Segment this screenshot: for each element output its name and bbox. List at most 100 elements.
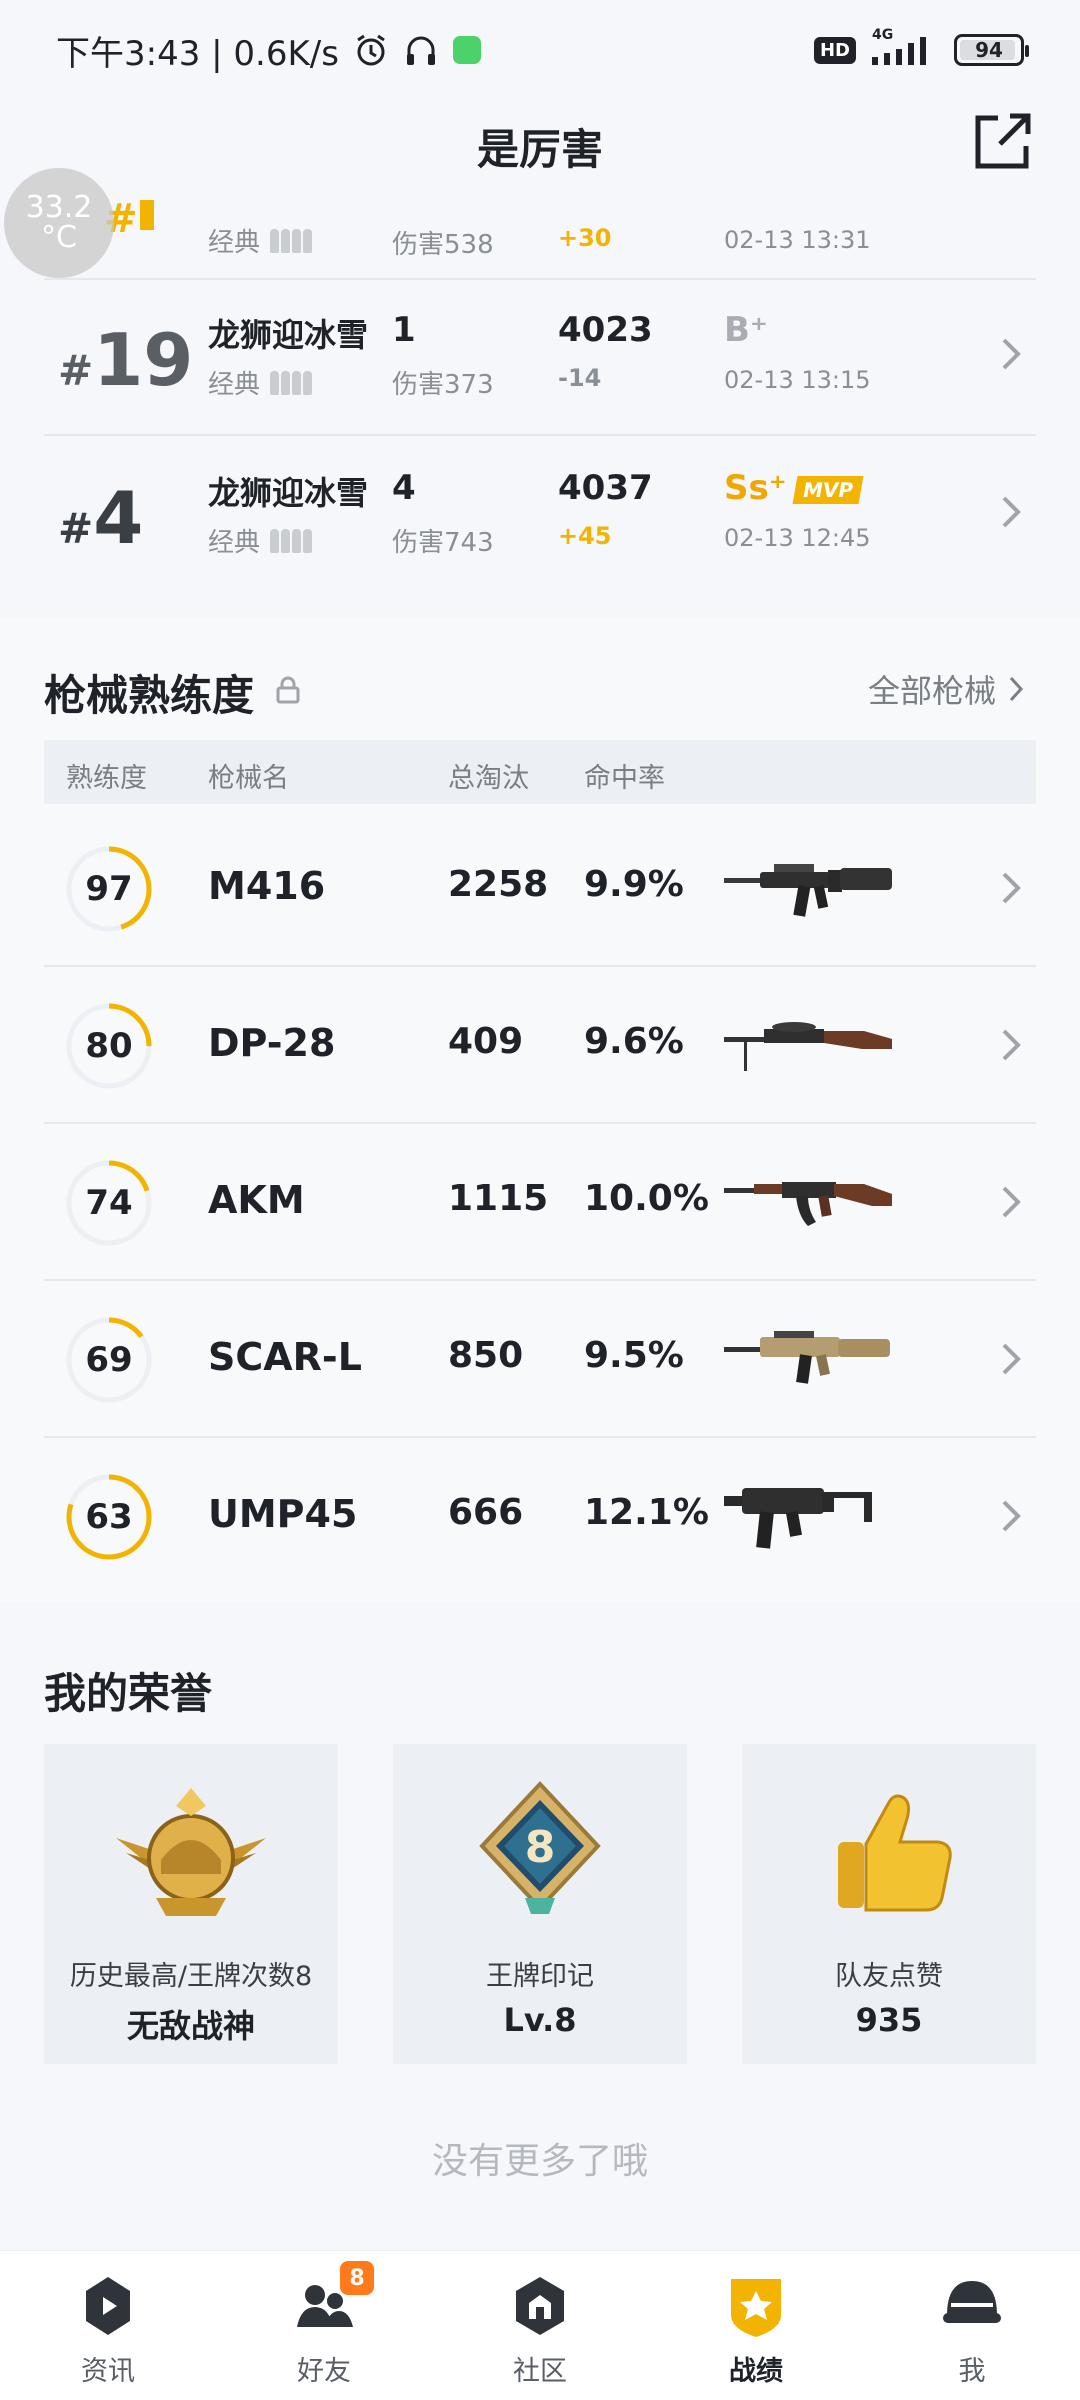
match-mode: 龙狮迎冰雪 <box>208 316 369 354</box>
hd-icon: HD <box>813 36 856 64</box>
squad-icon <box>270 228 313 253</box>
honors-section: 我的荣誉 历史最高/王牌次数8 无敌战神 8 王牌印记 Lv.8 队友点赞 93… <box>0 1612 1080 2252</box>
weapon-accuracy: 9.9% <box>584 864 684 905</box>
ace-mark-icon: 8 <box>479 1781 601 1914</box>
nav-friends[interactable]: 8 好友 <box>216 2251 432 2400</box>
weapon-kills: 1115 <box>448 1178 549 1219</box>
match-damage: 伤害373 <box>392 370 494 400</box>
conqueror-badge-icon <box>116 1788 266 1916</box>
honor-label: 王牌印记 <box>486 1961 594 1992</box>
mode-type: 经典 <box>208 528 261 558</box>
temperature-unit: °C <box>41 220 77 255</box>
col-proficiency: 熟练度 <box>66 763 147 794</box>
thumbs-up-icon <box>838 1794 952 1912</box>
nav-me[interactable]: 我 <box>864 2251 1080 2400</box>
match-grade: Ss⁺ MVP <box>724 468 864 508</box>
all-weapons-link[interactable]: 全部枪械 <box>868 666 1024 712</box>
honor-card-teammate-likes[interactable]: 队友点赞 935 <box>742 1744 1036 2064</box>
match-mode-sub: 经典 <box>208 364 313 401</box>
weapon-row[interactable]: 69 SCAR-L 850 9.5% <box>44 1281 1036 1438</box>
match-delta: -14 <box>558 364 602 392</box>
temperature-overlay[interactable]: 33.2 °C <box>4 168 114 278</box>
ump45-smg-icon <box>724 1488 872 1549</box>
signal-icon: 4G <box>870 27 940 67</box>
weapon-row[interactable]: 63 UMP45 666 12.1% <box>44 1438 1036 1595</box>
profile-helmet-icon <box>943 2281 1001 2323</box>
rank-hash: # <box>58 504 94 553</box>
weapon-name: M416 <box>208 864 326 908</box>
grade-text: Ss⁺ <box>724 468 787 508</box>
match-time: 02-13 13:31 <box>724 226 871 254</box>
scar-l-rifle-icon <box>724 1331 890 1384</box>
weapon-name: AKM <box>208 1178 305 1222</box>
nav-label: 资讯 <box>81 2356 135 2387</box>
honor-label: 队友点赞 <box>835 1961 943 1992</box>
weapon-row[interactable]: 74 AKM 1115 10.0% <box>44 1124 1036 1281</box>
proficiency-value: 63 <box>85 1497 133 1537</box>
chevron-right-icon <box>1002 1029 1021 1061</box>
weapon-proficiency-section: 枪械熟练度 全部枪械 熟练度 枪械名 总淘汰 命中率 97 M416 2258 … <box>0 618 1080 1602</box>
proficiency-value: 80 <box>85 1026 133 1066</box>
rank-number: 19 <box>93 318 194 402</box>
friends-badge: 8 <box>340 2261 374 2295</box>
match-score: 4037 <box>558 468 653 508</box>
proficiency-value: 74 <box>85 1183 133 1223</box>
weapon-kills: 409 <box>448 1021 524 1062</box>
weapon-row[interactable]: 80 DP-28 409 9.6% <box>44 967 1036 1124</box>
news-icon <box>86 2277 130 2335</box>
nav-label: 我 <box>958 2356 986 2387</box>
match-time: 02-13 13:15 <box>724 366 871 394</box>
status-bar: 下午3:43 | 0.6K/s HD 4G 94 <box>0 0 1080 100</box>
mode-type: 经典 <box>208 370 261 400</box>
community-icon <box>516 2277 564 2335</box>
m416-rifle-icon <box>724 864 892 917</box>
nav-label: 社区 <box>513 2356 567 2387</box>
match-delta: +30 <box>558 224 612 252</box>
match-grade: B⁺ <box>724 310 768 350</box>
match-damage: 伤害743 <box>392 528 494 558</box>
end-of-list-text: 没有更多了哦 <box>431 2141 648 2182</box>
chevron-right-icon <box>1002 1186 1021 1218</box>
match-row[interactable]: #19 龙狮迎冰雪 经典 1 伤害373 4023 -14 B⁺ 02-13 1… <box>44 280 1036 436</box>
weapon-row[interactable]: 97 M416 2258 9.9% <box>44 810 1036 967</box>
match-mode: 龙狮迎冰雪 <box>208 474 369 512</box>
honor-card-highest-tier[interactable]: 历史最高/王牌次数8 无敌战神 <box>44 1744 338 2064</box>
proficiency-value: 69 <box>85 1340 133 1380</box>
lock-icon[interactable] <box>276 676 300 704</box>
honor-label: 历史最高/王牌次数8 <box>69 1961 313 1992</box>
ace-mark-number: 8 <box>525 1822 556 1873</box>
match-row[interactable]: # 经典 伤害538 +30 02-13 13:31 <box>44 140 1036 280</box>
rank-hash: # <box>58 346 94 395</box>
match-rank: #4 <box>58 476 143 560</box>
weapon-kills: 666 <box>448 1492 524 1533</box>
col-accuracy: 命中率 <box>584 763 665 794</box>
nav-community[interactable]: 社区 <box>432 2251 648 2400</box>
chevron-right-icon <box>1002 872 1021 904</box>
rank-bar <box>140 200 154 230</box>
mvp-badge: MVP <box>792 475 864 504</box>
battery-icon: 94 <box>954 34 1029 66</box>
match-history-list: # 经典 伤害538 +30 02-13 13:31 #19 龙狮迎冰雪 经典 … <box>0 192 1080 612</box>
weapon-name: UMP45 <box>208 1492 358 1536</box>
nav-news[interactable]: 资讯 <box>0 2251 216 2400</box>
col-kills: 总淘汰 <box>448 763 529 794</box>
temperature-value: 33.2 <box>25 190 93 225</box>
honor-value: 无敌战神 <box>126 2007 255 2045</box>
alarm-icon <box>353 32 389 68</box>
match-rank: #19 <box>58 318 193 402</box>
match-row[interactable]: #4 龙狮迎冰雪 经典 4 伤害743 4037 +45 Ss⁺ MVP 02-1… <box>44 438 1036 594</box>
status-right: HD 4G 94 <box>813 27 1029 67</box>
match-kills: 4 <box>392 468 416 508</box>
match-delta: +45 <box>558 522 612 550</box>
nav-label: 好友 <box>297 2356 351 2387</box>
app-notification-icon <box>452 36 481 64</box>
weapon-accuracy: 12.1% <box>584 1492 709 1533</box>
section-title: 我的荣誉 <box>44 1669 213 1718</box>
chevron-right-icon <box>1002 496 1021 528</box>
match-kills: 1 <box>392 310 416 350</box>
battery-level: 94 <box>975 38 1003 62</box>
honor-card-ace-mark[interactable]: 8 王牌印记 Lv.8 <box>393 1744 687 2064</box>
nav-record[interactable]: 战绩 <box>648 2251 864 2400</box>
network-type: 4G <box>872 27 894 43</box>
honor-value: Lv.8 <box>503 2001 577 2039</box>
